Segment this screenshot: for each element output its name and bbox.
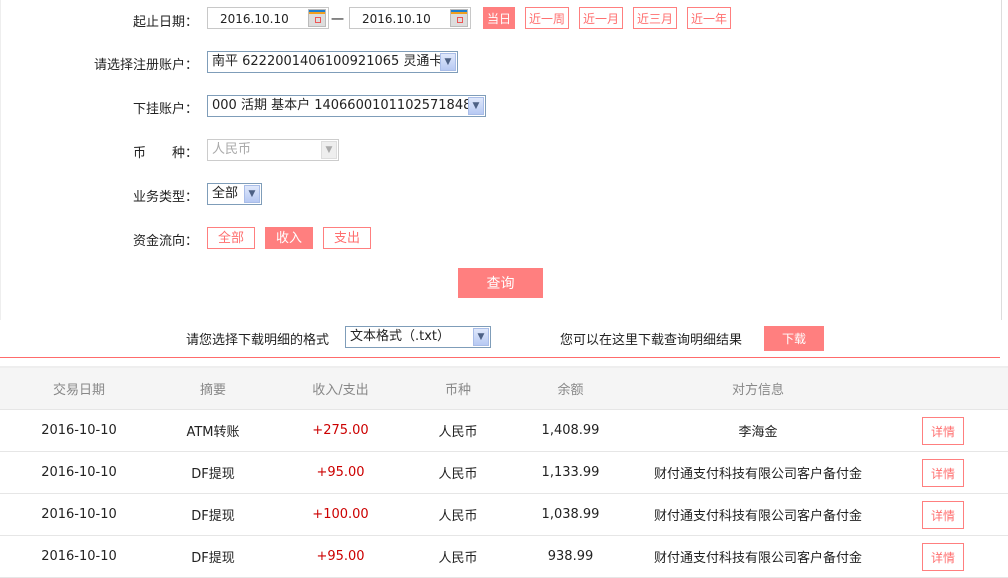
start-date-value: 2016.10.10 bbox=[220, 12, 289, 26]
table-row: 2016-10-10 DF提现 +95.00 人民币 938.99 财付通支付科技有限公司… bbox=[0, 535, 1008, 578]
cell-date: 2016-10-10 bbox=[0, 535, 158, 578]
download-hint: 您可以在这里下载查询明细结果 bbox=[560, 333, 743, 348]
header-amount: 收入/支出 bbox=[268, 366, 413, 410]
detail-button[interactable]: 详情 bbox=[922, 416, 964, 445]
table-row: 2016-10-10 ATM转账 +275.00 人民币 1,408.99 李海金 详情 bbox=[0, 409, 1008, 452]
header-summary: 摘要 bbox=[158, 366, 268, 410]
sub-account-label: 下挂账户： bbox=[132, 102, 198, 117]
table-header-row: 交易日期 摘要 收入/支出 币种 余额 对方信息 bbox=[0, 366, 1008, 410]
account-value: 南平 6222001406100921065 灵通卡 bbox=[212, 54, 443, 69]
header-party: 对方信息 bbox=[638, 366, 878, 410]
cell-currency: 人民币 bbox=[413, 409, 503, 452]
chevron-down-icon: ▼ bbox=[440, 53, 456, 71]
period-month-button[interactable]: 近一月 bbox=[579, 7, 623, 29]
cell-summary: ATM转账 bbox=[158, 409, 268, 452]
cell-party: 财付通支付科技有限公司客户备付金 bbox=[638, 451, 878, 494]
chevron-down-icon: ▼ bbox=[244, 185, 260, 203]
type-value: 全部 bbox=[212, 186, 239, 201]
detail-button[interactable]: 详情 bbox=[922, 500, 964, 529]
date-separator: 一 bbox=[331, 13, 345, 28]
flow-all-button[interactable]: 全部 bbox=[207, 227, 255, 249]
currency-value: 人民币 bbox=[212, 142, 252, 157]
type-select[interactable]: 全部 ▼ bbox=[207, 183, 262, 205]
cell-balance: 1,133.99 bbox=[503, 451, 638, 494]
download-button[interactable]: 下载 bbox=[764, 326, 824, 351]
divider bbox=[0, 357, 1000, 358]
detail-button[interactable]: 详情 bbox=[922, 542, 964, 571]
account-select[interactable]: 南平 6222001406100921065 灵通卡 ▼ bbox=[207, 51, 458, 73]
cell-amount: +100.00 bbox=[268, 493, 413, 536]
start-date-input[interactable]: 2016.10.10 bbox=[207, 7, 329, 29]
cell-date: 2016-10-10 bbox=[0, 493, 158, 536]
calendar-icon[interactable] bbox=[308, 9, 326, 27]
cell-summary: DF提现 bbox=[158, 451, 268, 494]
query-button[interactable]: 查询 bbox=[458, 268, 543, 298]
cell-amount: +275.00 bbox=[268, 409, 413, 452]
cell-balance: 938.99 bbox=[503, 535, 638, 578]
detail-button[interactable]: 详情 bbox=[922, 458, 964, 487]
end-date-input[interactable]: 2016.10.10 bbox=[349, 7, 471, 29]
cell-party: 李海金 bbox=[638, 409, 878, 452]
period-3month-button[interactable]: 近三月 bbox=[633, 7, 677, 29]
cell-amount: +95.00 bbox=[268, 535, 413, 578]
cell-date: 2016-10-10 bbox=[0, 409, 158, 452]
currency-label: 币 种： bbox=[132, 146, 198, 161]
cell-summary: DF提现 bbox=[158, 493, 268, 536]
chevron-down-icon: ▼ bbox=[468, 97, 484, 115]
date-label: 起止日期： bbox=[132, 15, 198, 30]
cell-balance: 1,038.99 bbox=[503, 493, 638, 536]
cell-amount: +95.00 bbox=[268, 451, 413, 494]
cell-summary: DF提现 bbox=[158, 535, 268, 578]
table-row: 2016-10-10 DF提现 +95.00 人民币 1,133.99 财付通支付科技有限… bbox=[0, 451, 1008, 494]
header-currency: 币种 bbox=[413, 366, 503, 410]
header-balance: 余额 bbox=[503, 366, 638, 410]
type-label: 业务类型： bbox=[132, 190, 198, 205]
cell-currency: 人民币 bbox=[413, 535, 503, 578]
cell-balance: 1,408.99 bbox=[503, 409, 638, 452]
cell-currency: 人民币 bbox=[413, 451, 503, 494]
chevron-down-icon: ▼ bbox=[321, 141, 337, 159]
download-format-select[interactable]: 文本格式（.txt） ▼ bbox=[345, 326, 491, 348]
period-today-button[interactable]: 当日 bbox=[483, 7, 515, 29]
cell-party: 财付通支付科技有限公司客户备付金 bbox=[638, 493, 878, 536]
download-format-value: 文本格式（.txt） bbox=[350, 329, 451, 344]
cell-party: 财付通支付科技有限公司客户备付金 bbox=[638, 535, 878, 578]
period-year-button[interactable]: 近一年 bbox=[687, 7, 731, 29]
cell-currency: 人民币 bbox=[413, 493, 503, 536]
chevron-down-icon: ▼ bbox=[473, 328, 489, 346]
period-week-button[interactable]: 近一周 bbox=[525, 7, 569, 29]
end-date-value: 2016.10.10 bbox=[362, 12, 431, 26]
flow-label: 资金流向： bbox=[132, 234, 198, 249]
transactions-table: 交易日期 摘要 收入/支出 币种 余额 对方信息 2016-10-10 ATM转账… bbox=[0, 366, 1008, 578]
header-action bbox=[878, 366, 1008, 410]
flow-expense-button[interactable]: 支出 bbox=[323, 227, 371, 249]
account-label: 请选择注册账户： bbox=[93, 58, 198, 73]
calendar-icon[interactable] bbox=[450, 9, 468, 27]
table-row: 2016-10-10 DF提现 +100.00 人民币 1,038.99 财付通支付科技有… bbox=[0, 493, 1008, 536]
currency-select: 人民币 ▼ bbox=[207, 139, 339, 161]
sub-account-value: 000 活期 基本户 1406600101102571848 bbox=[212, 98, 472, 113]
cell-date: 2016-10-10 bbox=[0, 451, 158, 494]
download-format-label: 请您选择下载明细的格式 bbox=[186, 333, 330, 348]
sub-account-select[interactable]: 000 活期 基本户 1406600101102571848 ▼ bbox=[207, 95, 486, 117]
flow-income-button[interactable]: 收入 bbox=[265, 227, 313, 249]
header-date: 交易日期 bbox=[0, 366, 158, 410]
